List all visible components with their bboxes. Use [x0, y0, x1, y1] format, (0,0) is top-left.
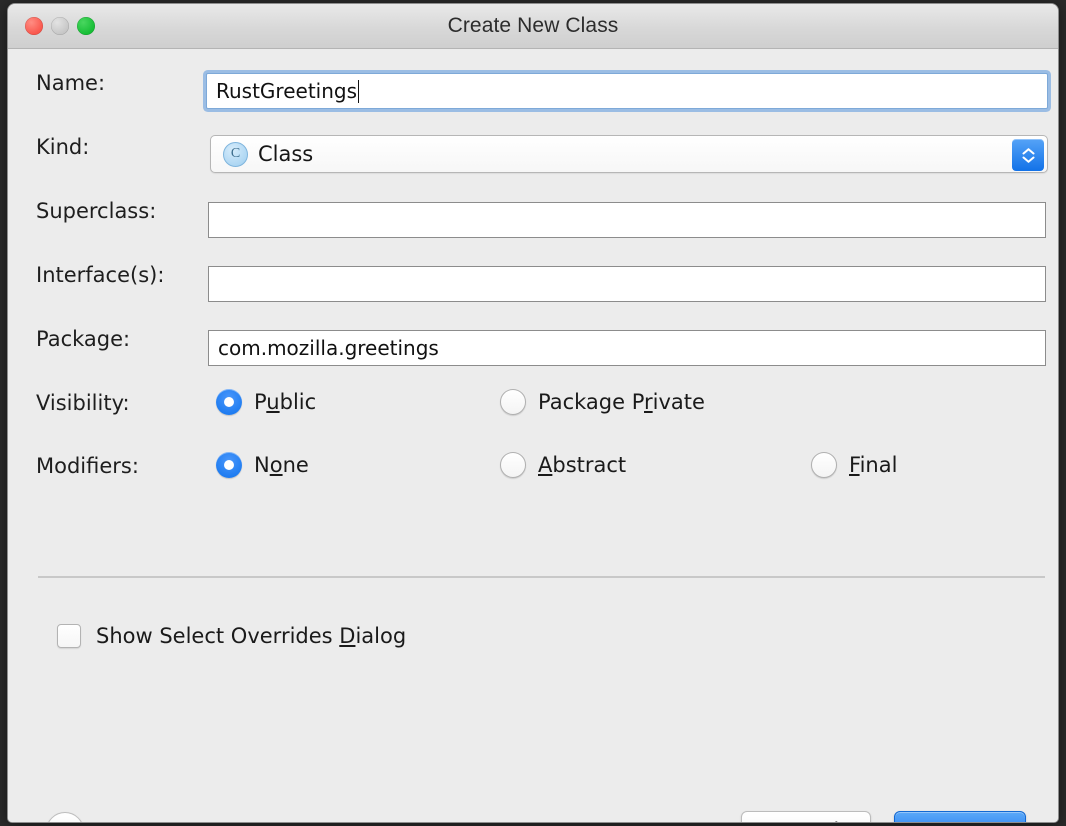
- modifiers-none-label: None: [254, 453, 309, 477]
- visibility-label: Visibility:: [36, 391, 130, 415]
- chevron-up-icon: [1022, 147, 1034, 154]
- modifiers-final-label: Final: [849, 453, 898, 477]
- radio-public[interactable]: [216, 389, 242, 415]
- name-input[interactable]: RustGreetings: [206, 73, 1048, 109]
- name-label: Name:: [36, 71, 106, 95]
- radio-none[interactable]: [216, 452, 242, 478]
- dialog-content: Name: RustGreetings Kind: C Class Superc…: [8, 49, 1058, 822]
- superclass-input[interactable]: [208, 202, 1046, 238]
- cancel-button[interactable]: Cancel: [741, 811, 871, 822]
- show-overrides-label: Show Select Overrides Dialog: [96, 624, 407, 648]
- modifiers-option-final[interactable]: Final: [811, 452, 897, 478]
- title-bar: Create New Class: [8, 4, 1058, 49]
- help-button[interactable]: ?: [46, 812, 84, 822]
- modifiers-abstract-label: Abstract: [538, 453, 627, 477]
- kind-label: Kind:: [36, 135, 90, 159]
- radio-final[interactable]: [811, 452, 837, 478]
- modifiers-option-abstract[interactable]: Abstract: [500, 452, 626, 478]
- package-input-value: com.mozilla.greetings: [218, 336, 439, 360]
- kind-stepper-icon[interactable]: [1012, 139, 1044, 171]
- show-overrides-row[interactable]: Show Select Overrides Dialog: [57, 624, 406, 648]
- interfaces-input[interactable]: [208, 266, 1046, 302]
- text-caret: [358, 79, 360, 103]
- visibility-option-public[interactable]: Public: [216, 389, 316, 415]
- visibility-public-label: Public: [254, 390, 317, 414]
- package-label: Package:: [36, 327, 131, 351]
- kind-select[interactable]: C Class: [210, 135, 1048, 173]
- name-input-value: RustGreetings: [216, 79, 358, 103]
- modifiers-label: Modifiers:: [36, 454, 139, 478]
- superclass-label: Superclass:: [36, 199, 157, 223]
- section-divider: [38, 576, 1045, 578]
- window-title: Create New Class: [447, 14, 619, 37]
- package-input[interactable]: com.mozilla.greetings: [208, 330, 1046, 366]
- class-circle-icon: C: [223, 141, 248, 167]
- show-overrides-checkbox[interactable]: [57, 624, 81, 648]
- chevron-down-icon: [1022, 156, 1034, 163]
- radio-abstract[interactable]: [500, 452, 526, 478]
- radio-package-private[interactable]: [500, 389, 526, 415]
- ok-button[interactable]: OK: [894, 811, 1026, 822]
- kind-select-value: Class: [258, 142, 314, 166]
- modifiers-option-none[interactable]: None: [216, 452, 309, 478]
- interfaces-label: Interface(s):: [36, 263, 165, 287]
- visibility-option-package-private[interactable]: Package Private: [500, 389, 705, 415]
- visibility-package-private-label: Package Private: [538, 390, 705, 414]
- create-new-class-dialog: Create New Class Name: RustGreetings Kin…: [8, 4, 1058, 822]
